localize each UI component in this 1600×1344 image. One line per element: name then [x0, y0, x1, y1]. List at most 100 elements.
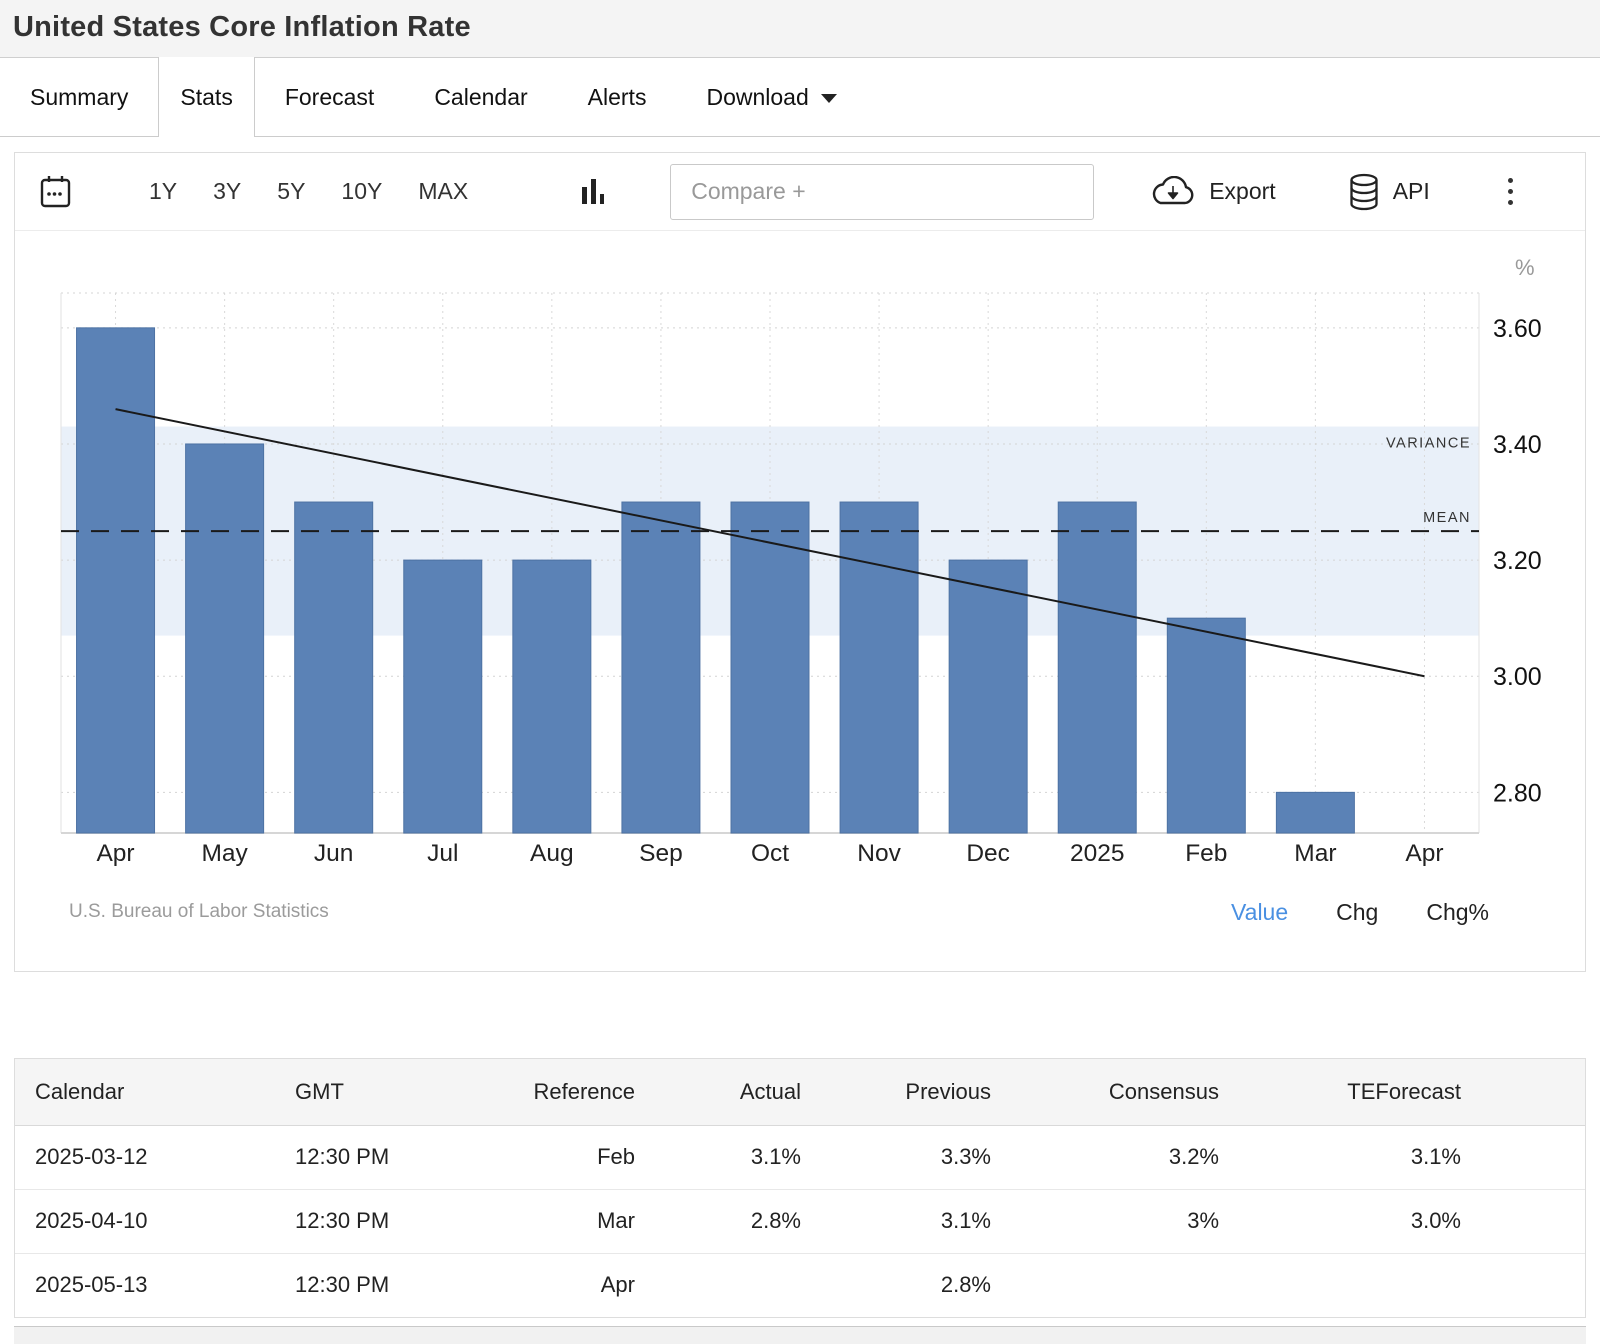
- cell-previous: 3.1%: [821, 1189, 1011, 1253]
- bar-dec[interactable]: [949, 560, 1027, 833]
- export-label: Export: [1209, 178, 1275, 205]
- api-button[interactable]: API: [1348, 173, 1430, 211]
- table-row[interactable]: 2025-05-13 12:30 PM Apr 2.8%: [15, 1253, 1585, 1317]
- y-tick-label: 2.80: [1493, 779, 1542, 807]
- x-tick-label: Jul: [427, 840, 458, 867]
- variance-label: VARIANCE: [1386, 436, 1471, 452]
- database-icon: [1348, 173, 1380, 211]
- api-label: API: [1393, 178, 1430, 205]
- bar-jun[interactable]: [295, 502, 373, 833]
- chart-toolbar: 1Y 3Y 5Y 10Y MAX Export: [15, 153, 1585, 231]
- series-link-chgpct[interactable]: Chg%: [1426, 899, 1489, 926]
- y-tick-label: 3.00: [1493, 663, 1542, 691]
- export-button[interactable]: Export: [1150, 176, 1275, 208]
- bar-may[interactable]: [186, 444, 264, 833]
- cell-previous: 2.8%: [821, 1253, 1011, 1317]
- tab-calendar[interactable]: Calendar: [404, 58, 557, 136]
- col-header-consensus: Consensus: [1011, 1059, 1239, 1125]
- x-tick-label: Jun: [314, 840, 354, 867]
- cell-actual: 2.8%: [655, 1189, 821, 1253]
- cell-gmt: 12:30 PM: [275, 1253, 505, 1317]
- x-tick-label: May: [201, 840, 248, 867]
- x-tick-label: Aug: [530, 840, 574, 867]
- cell-consensus: [1011, 1253, 1239, 1317]
- chart-source: U.S. Bureau of Labor Statistics: [69, 901, 329, 923]
- bar-feb[interactable]: [1167, 618, 1245, 833]
- tab-download-label: Download: [706, 84, 808, 110]
- y-tick-label: 3.60: [1493, 315, 1542, 343]
- col-header-gmt: GMT: [275, 1059, 505, 1125]
- cell-reference: Feb: [505, 1125, 655, 1189]
- cell-consensus: 3%: [1011, 1189, 1239, 1253]
- bar-aug[interactable]: [513, 560, 591, 833]
- next-section-cutoff: [14, 1326, 1586, 1344]
- y-tick-label: 3.40: [1493, 431, 1542, 459]
- bar-nov[interactable]: [840, 502, 918, 833]
- x-tick-label: Feb: [1185, 840, 1227, 867]
- range-10y[interactable]: 10Y: [341, 178, 382, 205]
- series-link-chg[interactable]: Chg: [1336, 899, 1378, 926]
- kebab-icon[interactable]: [1504, 174, 1517, 209]
- x-tick-label: Nov: [857, 840, 901, 867]
- calendar-table: Calendar GMT Reference Actual Previous C…: [15, 1059, 1585, 1317]
- cell-previous: 3.3%: [821, 1125, 1011, 1189]
- tab-summary[interactable]: Summary: [0, 58, 158, 136]
- cell-actual: 3.1%: [655, 1125, 821, 1189]
- cell-teforecast: 3.0%: [1239, 1189, 1585, 1253]
- x-tick-label: Apr: [1405, 840, 1443, 867]
- range-1y[interactable]: 1Y: [149, 178, 177, 205]
- bar-oct[interactable]: [731, 502, 809, 833]
- cell-date: 2025-03-12: [15, 1125, 275, 1189]
- x-tick-label: Oct: [751, 840, 789, 867]
- y-tick-label: 3.20: [1493, 547, 1542, 575]
- mean-label: MEAN: [1423, 510, 1471, 526]
- col-header-actual: Actual: [655, 1059, 821, 1125]
- cell-gmt: 12:30 PM: [275, 1125, 505, 1189]
- cell-reference: Apr: [505, 1253, 655, 1317]
- x-tick-label: Apr: [96, 840, 134, 867]
- x-tick-label: Dec: [966, 840, 1010, 867]
- column-chart-icon[interactable]: [580, 177, 608, 207]
- col-header-teforecast: TEForecast: [1239, 1059, 1585, 1125]
- cell-date: 2025-04-10: [15, 1189, 275, 1253]
- tab-stats[interactable]: Stats: [158, 57, 254, 137]
- x-tick-label: Mar: [1294, 840, 1336, 867]
- table-row[interactable]: 2025-03-12 12:30 PM Feb 3.1% 3.3% 3.2% 3…: [15, 1125, 1585, 1189]
- y-axis-unit: %: [1515, 255, 1535, 280]
- range-3y[interactable]: 3Y: [213, 178, 241, 205]
- col-header-calendar: Calendar: [15, 1059, 275, 1125]
- bar-apr[interactable]: [77, 328, 155, 833]
- range-max[interactable]: MAX: [418, 178, 468, 205]
- tab-download[interactable]: Download: [676, 58, 866, 136]
- tab-bar: Summary Stats Forecast Calendar Alerts D…: [0, 58, 1600, 137]
- cell-gmt: 12:30 PM: [275, 1189, 505, 1253]
- chevron-down-icon: [821, 94, 837, 103]
- bar-sep[interactable]: [622, 502, 700, 833]
- bar-mar[interactable]: [1276, 792, 1354, 833]
- page-header: United States Core Inflation Rate: [0, 0, 1600, 58]
- series-links: Value Chg Chg%: [1231, 899, 1489, 926]
- compare-input[interactable]: [670, 164, 1094, 220]
- calendar-icon[interactable]: [39, 174, 73, 210]
- x-tick-label: 2025: [1070, 840, 1125, 867]
- range-5y[interactable]: 5Y: [277, 178, 305, 205]
- table-row[interactable]: 2025-04-10 12:30 PM Mar 2.8% 3.1% 3% 3.0…: [15, 1189, 1585, 1253]
- tab-forecast[interactable]: Forecast: [255, 58, 404, 136]
- cell-teforecast: [1239, 1253, 1585, 1317]
- cell-actual: [655, 1253, 821, 1317]
- bar-2025[interactable]: [1058, 502, 1136, 833]
- col-header-reference: Reference: [505, 1059, 655, 1125]
- col-header-previous: Previous: [821, 1059, 1011, 1125]
- cell-consensus: 3.2%: [1011, 1125, 1239, 1189]
- tab-alerts[interactable]: Alerts: [558, 58, 677, 136]
- chart-card: 1Y 3Y 5Y 10Y MAX Export: [14, 152, 1586, 972]
- cell-teforecast: 3.1%: [1239, 1125, 1585, 1189]
- table-header-row: Calendar GMT Reference Actual Previous C…: [15, 1059, 1585, 1125]
- cloud-download-icon: [1150, 176, 1196, 208]
- bar-jul[interactable]: [404, 560, 482, 833]
- calendar-table-card: Calendar GMT Reference Actual Previous C…: [14, 1058, 1586, 1318]
- cell-reference: Mar: [505, 1189, 655, 1253]
- page-title: United States Core Inflation Rate: [0, 0, 1600, 54]
- series-link-value[interactable]: Value: [1231, 899, 1288, 926]
- cell-date: 2025-05-13: [15, 1253, 275, 1317]
